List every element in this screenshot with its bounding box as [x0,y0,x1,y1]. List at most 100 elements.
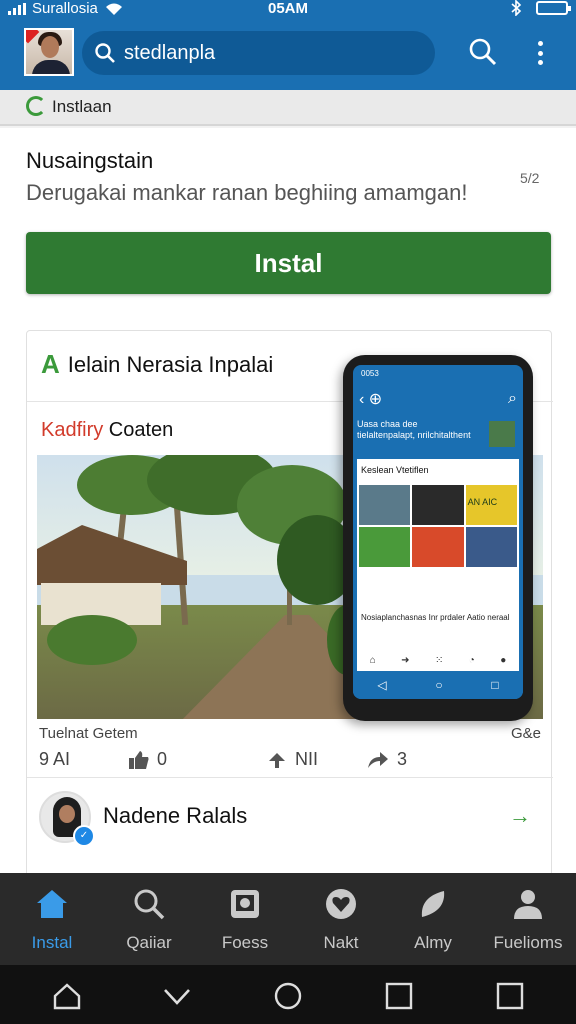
phone-person-icon: ● [500,654,507,666]
reaction-count: NII [295,749,319,769]
phone-screen: 0053 ‹ ⊕ ⌕ Uasa chaa dee tielaltenpalapt… [353,365,523,699]
wifi-icon [105,3,122,15]
verified-badge-icon: ✓ [73,825,95,847]
grid-label: AN AIC [465,485,517,525]
phone-hero: Uasa chaa dee tielaltenpalapt, nrilchita… [357,419,519,455]
like-count: 0 [157,749,168,769]
install-status-label: Instlaan [52,97,112,116]
home-icon [4,873,100,933]
signal-icon [8,2,26,15]
heart-badge-icon [293,873,389,933]
card-heading-text: Ielain Nerasia Inpalai [67,351,274,377]
app-title: Nusaingstain [26,148,154,173]
system-square-icon[interactable] [495,981,525,1011]
search-button-icon[interactable] [468,37,498,67]
progress-ring-icon [26,96,46,116]
tab-install[interactable]: Instal [4,873,100,965]
bluetooth-icon [511,0,522,16]
phone-photo-grid: AN AIC [359,485,517,567]
tab-next[interactable]: Nakt [293,873,389,965]
grid-photo [359,485,411,525]
tab-gallery[interactable]: Foess [197,873,293,965]
share-count: 3 [397,749,408,769]
card-heading: A Ielain Nerasia Inpalai [41,349,273,380]
app-rating: 5/2 [520,170,540,186]
system-home-icon[interactable] [52,981,82,1011]
profile-avatar[interactable] [24,28,74,76]
main-content: Nusaingstain Derugakai mankar ranan begh… [0,128,576,873]
like-button[interactable]: 0 [129,749,167,770]
search-icon [95,43,115,63]
avatar-face [41,36,59,58]
grid-photo [359,527,411,567]
battery-icon [536,1,571,15]
phone-notify-icon: ◔ [468,654,475,666]
carrier-name: Surallosia [32,0,98,17]
app-logo-icon: A [41,349,60,379]
status-time: 05AM [268,0,309,17]
tab-almy[interactable]: Almy [385,873,481,965]
phone-forward-icon: ➜ [401,654,410,666]
carrier-group: Surallosia [8,0,124,17]
phone-app-bar: ‹ ⊕ ⌕ [359,385,517,413]
comment-count: 9 AI [39,749,71,769]
tab-label: Instal [31,933,73,952]
system-recents-icon[interactable] [384,981,414,1011]
bush [47,615,137,665]
share-button[interactable]: 3 [367,749,407,770]
phone-search-icon: ⌕ [508,390,517,407]
phone-home-icon: ⌂ [369,654,376,666]
phone-home-circle-icon: ○ [435,678,443,692]
install-button[interactable]: Instal [26,232,551,294]
phone-caption: Nosiaplanchasnas Inr prdaler Aatio neraa… [361,613,510,622]
subheading-accent: Kadfiry [41,419,104,441]
tab-label: Foess [221,933,269,952]
phone-mockup: 0053 ‹ ⊕ ⌕ Uasa chaa dee tielaltenpalapt… [343,355,533,721]
leaf-icon [385,873,481,933]
grid-photo [412,527,464,567]
phone-hero-thumb [489,421,515,447]
tab-search[interactable]: Qaiiar [101,873,197,965]
phone-bottom-nav: ⌂ ➜ ⁙ ◔ ● [357,649,519,671]
hut [37,525,187,625]
search-icon [101,873,197,933]
comment-count-button[interactable]: 9 AI [39,749,70,770]
system-nav-bar [0,965,576,1024]
phone-content-title: Keslean Vtetiflen [361,465,429,475]
tab-profile[interactable]: Fuelioms [480,873,576,965]
author-name: Nadene Ralals [103,803,248,828]
phone-back-icon: ◁ [377,678,387,692]
hut-roof [37,525,187,585]
tab-label: Fuelioms [493,933,563,952]
share-icon [368,751,388,768]
reaction-button[interactable]: NII [267,749,318,770]
grid-photo [412,485,464,525]
author-row[interactable]: ✓ Nadene Ralals → [39,791,539,851]
reaction-icon [269,752,285,768]
search-input[interactable]: stedlanpla [82,31,435,75]
app-description: Derugakai mankar ranan beghiing amamgan! [26,180,468,205]
subheading-rest: Coaten [103,419,174,441]
more-options-icon[interactable] [530,39,550,67]
system-chevron-down-icon[interactable] [162,981,192,1011]
tab-label: Nakt [323,933,359,952]
thumbs-up-icon [129,750,149,769]
app-bar: stedlanpla [0,18,576,90]
avatar-suit [32,60,70,74]
phone-system-nav: ◁ ○ □ [353,671,523,699]
card-subheading: Kadfiry Coaten [41,419,173,442]
system-circle-icon[interactable] [273,981,303,1011]
arrow-right-icon[interactable]: → [509,803,531,829]
engagement-bar: 9 AI 0 NII 3 [39,749,539,779]
person-icon [480,873,576,933]
bottom-nav: Instal Qaiiar Foess Nakt Almy Fuelioms [0,873,576,965]
gallery-icon [197,873,293,933]
phone-recents-icon: □ [491,678,499,692]
back-icon: ‹ ⊕ [359,391,383,408]
phone-hero-text: Uasa chaa dee tielaltenpalapt, nrilchita… [357,419,471,440]
install-status-strip: Instlaan [0,90,576,126]
phone-grid-icon: ⁙ [434,654,444,666]
phone-content: Keslean Vtetiflen AN AIC Nosiaplanchasna… [357,459,519,649]
tab-label: Qaiiar [126,933,172,952]
tab-label: Almy [414,933,452,952]
